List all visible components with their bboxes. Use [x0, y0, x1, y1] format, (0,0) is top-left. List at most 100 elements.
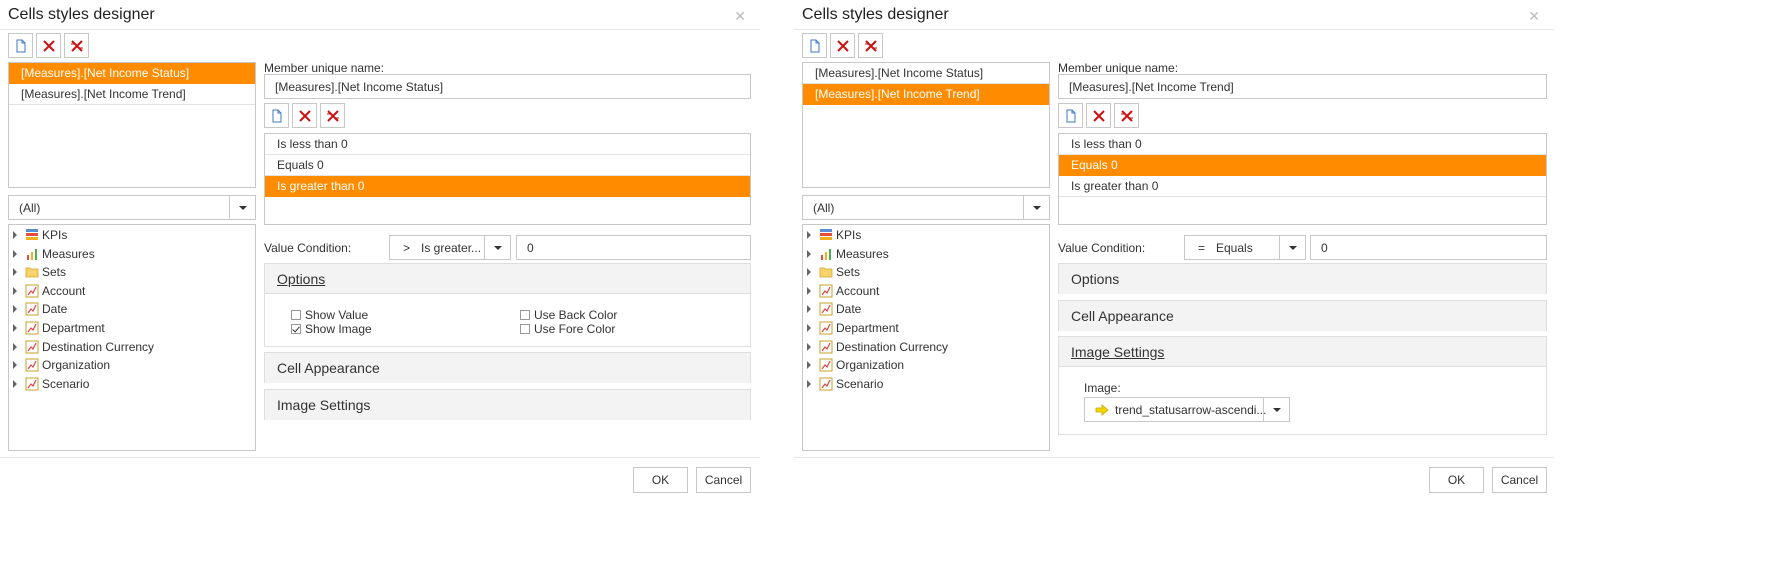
expand-arrow-icon[interactable] — [13, 249, 17, 258]
expand-arrow-icon[interactable] — [13, 268, 17, 277]
expand-arrow-icon[interactable] — [807, 249, 811, 258]
tree-item-organization[interactable]: Organization — [803, 356, 1049, 375]
operator-symbol: = — [1198, 241, 1206, 255]
chevron-down-icon[interactable] — [484, 236, 510, 259]
expand-arrow-icon[interactable] — [807, 379, 811, 388]
delete-condition-button[interactable] — [1086, 103, 1111, 128]
chevron-down-icon[interactable] — [1263, 398, 1289, 421]
ok-button[interactable]: OK — [633, 467, 688, 493]
tree-item-organization[interactable]: Organization — [9, 356, 255, 375]
operator-dropdown[interactable]: > Is greater... — [389, 235, 511, 260]
expand-arrow-icon[interactable] — [13, 361, 17, 370]
checkbox-box[interactable] — [291, 324, 301, 334]
dimension-icon — [819, 358, 833, 372]
condition-list-item[interactable]: Is greater than 0 — [1059, 176, 1546, 197]
tree-item-measures[interactable]: Measures — [803, 245, 1049, 264]
delete-all-members-button[interactable] — [858, 33, 883, 58]
use-back-color-checkbox[interactable]: Use Back Color — [520, 308, 617, 322]
expand-arrow-icon[interactable] — [13, 342, 17, 351]
checkbox-box[interactable] — [520, 310, 530, 320]
member-list-item[interactable]: [Measures].[Net Income Trend] — [803, 84, 1049, 105]
metadata-tree: KPIs Measures Sets Account Date Departme… — [802, 224, 1050, 451]
delete-member-button[interactable] — [36, 33, 61, 58]
member-unique-name-input[interactable]: [Measures].[Net Income Trend] — [1058, 74, 1547, 99]
hierarchy-filter-dropdown[interactable]: (All) — [802, 195, 1050, 220]
use-fore-color-checkbox[interactable]: Use Fore Color — [520, 322, 615, 336]
tree-item-sets[interactable]: Sets — [803, 263, 1049, 282]
tree-item-label: Sets — [836, 265, 861, 280]
delete-condition-button[interactable] — [292, 103, 317, 128]
condition-list-item[interactable]: Is less than 0 — [265, 134, 750, 155]
dimension-icon — [25, 358, 39, 372]
member-list-item[interactable]: [Measures].[Net Income Status] — [803, 63, 1049, 84]
tree-item-department[interactable]: Department — [803, 319, 1049, 338]
image-dropdown[interactable]: trend_statusarrow-ascendi... — [1084, 397, 1290, 422]
tree-item-kpis[interactable]: KPIs — [9, 226, 255, 245]
close-icon[interactable]: ✕ — [1528, 8, 1540, 25]
delete-member-button[interactable] — [830, 33, 855, 58]
condition-list-item[interactable]: Is greater than 0 — [265, 176, 750, 197]
tree-item-scenario[interactable]: Scenario — [803, 375, 1049, 394]
operator-dropdown[interactable]: = Equals — [1184, 235, 1306, 260]
cancel-button[interactable]: Cancel — [1492, 467, 1547, 493]
delete-all-icon — [327, 110, 339, 122]
show-value-checkbox[interactable]: Show Value — [291, 308, 368, 322]
delete-all-conditions-button[interactable] — [320, 103, 345, 128]
chevron-down-icon[interactable] — [229, 196, 255, 219]
checkbox-box[interactable] — [291, 310, 301, 320]
expand-arrow-icon[interactable] — [807, 323, 811, 332]
image-settings-panel-header[interactable]: Image Settings — [1059, 337, 1546, 367]
expand-arrow-icon[interactable] — [807, 231, 811, 239]
cell-appearance-panel-header[interactable]: Cell Appearance — [265, 353, 750, 383]
expand-arrow-icon[interactable] — [807, 342, 811, 351]
condition-list-item[interactable]: Equals 0 — [1059, 155, 1546, 176]
expand-arrow-icon[interactable] — [807, 268, 811, 277]
tree-item-destination-currency[interactable]: Destination Currency — [9, 338, 255, 357]
options-panel-header[interactable]: Options — [265, 264, 750, 294]
tree-item-destination-currency[interactable]: Destination Currency — [803, 338, 1049, 357]
delete-all-members-button[interactable] — [64, 33, 89, 58]
tree-item-sets[interactable]: Sets — [9, 263, 255, 282]
expand-arrow-icon[interactable] — [13, 286, 17, 295]
tree-item-measures[interactable]: Measures — [9, 245, 255, 264]
new-member-button[interactable] — [802, 33, 827, 58]
expand-arrow-icon[interactable] — [807, 361, 811, 370]
tree-item-account[interactable]: Account — [803, 282, 1049, 301]
ok-button[interactable]: OK — [1429, 467, 1484, 493]
options-panel-header[interactable]: Options — [1059, 264, 1546, 294]
chevron-down-icon[interactable] — [1023, 196, 1049, 219]
cell-appearance-panel-header[interactable]: Cell Appearance — [1059, 301, 1546, 331]
expand-arrow-icon[interactable] — [13, 379, 17, 388]
expand-arrow-icon[interactable] — [13, 231, 17, 239]
member-unique-name-input[interactable]: [Measures].[Net Income Status] — [264, 74, 751, 99]
tree-item-date[interactable]: Date — [803, 300, 1049, 319]
tree-item-date[interactable]: Date — [9, 300, 255, 319]
new-condition-button[interactable] — [264, 103, 289, 128]
member-unique-name-value: [Measures].[Net Income Trend] — [1069, 80, 1234, 94]
close-icon[interactable]: ✕ — [734, 8, 746, 25]
cancel-button[interactable]: Cancel — [696, 467, 751, 493]
condition-list-item[interactable]: Is less than 0 — [1059, 134, 1546, 155]
chevron-down-icon[interactable] — [1279, 236, 1305, 259]
condition-list-item[interactable]: Equals 0 — [265, 155, 750, 176]
condition-value-input[interactable]: 0 — [516, 235, 751, 260]
tree-item-scenario[interactable]: Scenario — [9, 375, 255, 394]
expand-arrow-icon[interactable] — [13, 323, 17, 332]
expand-arrow-icon[interactable] — [807, 305, 811, 314]
tree-item-department[interactable]: Department — [9, 319, 255, 338]
member-list-item[interactable]: [Measures].[Net Income Trend] — [9, 84, 255, 105]
condition-value-input[interactable]: 0 — [1310, 235, 1547, 260]
hierarchy-filter-dropdown[interactable]: (All) — [8, 195, 256, 220]
image-settings-panel-header[interactable]: Image Settings — [265, 390, 750, 420]
delete-icon — [43, 40, 55, 52]
delete-all-conditions-button[interactable] — [1114, 103, 1139, 128]
new-member-button[interactable] — [8, 33, 33, 58]
member-list-item[interactable]: [Measures].[Net Income Status] — [9, 63, 255, 84]
tree-item-kpis[interactable]: KPIs — [803, 226, 1049, 245]
expand-arrow-icon[interactable] — [807, 286, 811, 295]
expand-arrow-icon[interactable] — [13, 305, 17, 314]
checkbox-box[interactable] — [520, 324, 530, 334]
new-condition-button[interactable] — [1058, 103, 1083, 128]
show-image-checkbox[interactable]: Show Image — [291, 322, 372, 336]
tree-item-account[interactable]: Account — [9, 282, 255, 301]
